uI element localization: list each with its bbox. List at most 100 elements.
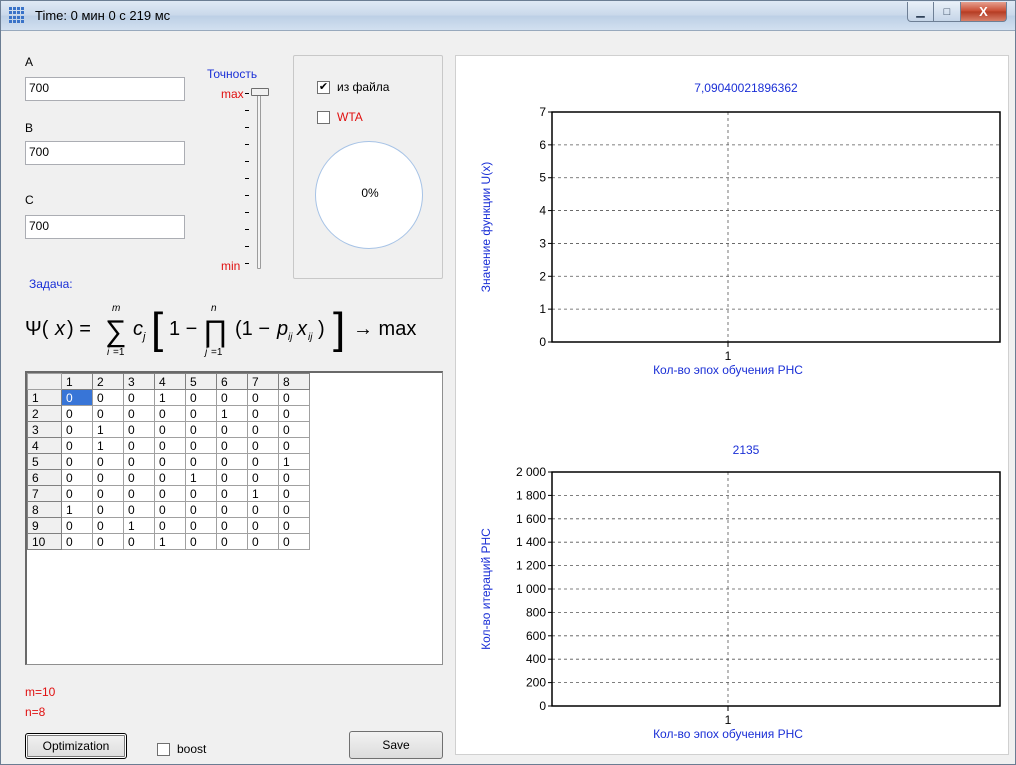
matrix-cell[interactable]: 0 — [278, 517, 310, 534]
matrix-cell[interactable]: 0 — [216, 469, 248, 486]
matrix-cell[interactable]: 0 — [92, 501, 124, 518]
matrix-cell[interactable]: 0 — [154, 437, 186, 454]
matrix-cell[interactable]: 0 — [154, 517, 186, 534]
matrix-cell[interactable]: 0 — [278, 533, 310, 550]
matrix-cell[interactable]: 0 — [61, 437, 93, 454]
row-header: 4 — [27, 437, 62, 454]
matrix-cell[interactable]: 0 — [216, 501, 248, 518]
matrix-cell[interactable]: 0 — [185, 517, 217, 534]
matrix-cell[interactable]: 0 — [278, 437, 310, 454]
matrix-cell[interactable]: 0 — [185, 533, 217, 550]
matrix-cell[interactable]: 0 — [61, 469, 93, 486]
matrix-cell[interactable]: 0 — [92, 453, 124, 470]
matrix-cell[interactable]: 0 — [185, 485, 217, 502]
matrix-cell[interactable]: 1 — [247, 485, 279, 502]
matrix-cell[interactable]: 0 — [247, 501, 279, 518]
client-area: A 700 B 700 C 700 Точность max min ✔ из … — [9, 31, 1009, 759]
matrix-cell[interactable]: 0 — [216, 437, 248, 454]
minimize-button[interactable]: ▁ — [907, 2, 934, 22]
matrix-cell[interactable]: 0 — [154, 453, 186, 470]
matrix-cell[interactable]: 1 — [154, 533, 186, 550]
maximize-button[interactable]: □ — [934, 2, 961, 22]
matrix-cell[interactable]: 0 — [154, 405, 186, 422]
matrix-cell[interactable]: 0 — [216, 421, 248, 438]
matrix-cell[interactable]: 0 — [185, 405, 217, 422]
from-file-checkbox[interactable]: ✔ — [317, 81, 330, 94]
matrix-cell[interactable]: 0 — [123, 453, 155, 470]
matrix-cell[interactable]: 0 — [216, 485, 248, 502]
matrix-cell[interactable]: 0 — [123, 389, 155, 406]
matrix-cell[interactable]: 0 — [123, 421, 155, 438]
matrix-cell[interactable]: 0 — [278, 421, 310, 438]
matrix-cell[interactable]: 0 — [92, 405, 124, 422]
matrix-cell[interactable]: 0 — [92, 469, 124, 486]
matrix-cell[interactable]: 0 — [92, 533, 124, 550]
input-a[interactable]: 700 — [25, 77, 185, 101]
matrix-cell[interactable]: 0 — [123, 533, 155, 550]
matrix-cell[interactable]: 0 — [247, 437, 279, 454]
matrix-cell[interactable]: 0 — [61, 485, 93, 502]
matrix-cell[interactable]: 0 — [247, 469, 279, 486]
matrix-cell[interactable]: 0 — [216, 533, 248, 550]
matrix-cell[interactable]: 0 — [61, 453, 93, 470]
matrix-cell[interactable]: 1 — [61, 501, 93, 518]
matrix-cell[interactable]: 0 — [247, 405, 279, 422]
matrix-cell[interactable]: 0 — [216, 517, 248, 534]
matrix-cell[interactable]: 0 — [154, 501, 186, 518]
matrix-cell[interactable]: 0 — [185, 501, 217, 518]
input-c[interactable]: 700 — [25, 215, 185, 239]
matrix-cell[interactable]: 0 — [123, 405, 155, 422]
matrix-cell[interactable]: 0 — [247, 421, 279, 438]
matrix-cell[interactable]: 0 — [185, 389, 217, 406]
matrix-grid[interactable]: 1 2 3 4 5 6 7 8 100010000200000100301000… — [25, 371, 443, 665]
matrix-cell[interactable]: 0 — [154, 421, 186, 438]
svg-text:=1: =1 — [211, 347, 223, 358]
matrix-cell[interactable]: 0 — [185, 421, 217, 438]
save-button[interactable]: Save — [349, 731, 443, 759]
matrix-cell[interactable]: 0 — [61, 517, 93, 534]
matrix-cell[interactable]: 0 — [92, 389, 124, 406]
matrix-cell[interactable]: 0 — [278, 405, 310, 422]
matrix-cell[interactable]: 0 — [123, 501, 155, 518]
matrix-cell[interactable]: 0 — [154, 485, 186, 502]
matrix-cell[interactable]: 0 — [247, 453, 279, 470]
matrix-cell[interactable]: 0 — [61, 421, 93, 438]
matrix-cell[interactable]: 0 — [278, 501, 310, 518]
matrix-cell[interactable]: 0 — [278, 389, 310, 406]
matrix-cell[interactable]: 1 — [92, 421, 124, 438]
matrix-cell[interactable]: 0 — [247, 533, 279, 550]
wta-checkbox[interactable] — [317, 111, 330, 124]
slider-thumb[interactable] — [251, 88, 269, 96]
matrix-cell[interactable]: 1 — [185, 469, 217, 486]
matrix-cell[interactable]: 0 — [154, 469, 186, 486]
matrix-cell[interactable]: 0 — [61, 389, 93, 406]
input-b[interactable]: 700 — [25, 141, 185, 165]
matrix-cell[interactable]: 1 — [154, 389, 186, 406]
matrix-cell[interactable]: 0 — [247, 389, 279, 406]
matrix-cell[interactable]: 1 — [123, 517, 155, 534]
boost-checkbox[interactable] — [157, 743, 170, 756]
matrix-cell[interactable]: 0 — [278, 485, 310, 502]
matrix-cell[interactable]: 0 — [278, 469, 310, 486]
optimization-button[interactable]: Optimization — [25, 733, 127, 759]
matrix-cell[interactable]: 0 — [216, 453, 248, 470]
matrix-cell[interactable]: 0 — [123, 485, 155, 502]
matrix-cell[interactable]: 0 — [216, 389, 248, 406]
matrix-cell[interactable]: 0 — [247, 517, 279, 534]
y-tick-label: 2 — [539, 269, 546, 283]
matrix-cell[interactable]: 0 — [123, 437, 155, 454]
matrix-cell[interactable]: 0 — [123, 469, 155, 486]
slider-track[interactable] — [257, 91, 261, 269]
title-bar[interactable]: Time: 0 мин 0 с 219 мс ▁ □ X — [1, 1, 1015, 31]
matrix-cell[interactable]: 0 — [185, 437, 217, 454]
matrix-cell[interactable]: 0 — [185, 453, 217, 470]
svg-text:x: x — [296, 318, 308, 340]
matrix-cell[interactable]: 0 — [92, 517, 124, 534]
matrix-cell[interactable]: 1 — [278, 453, 310, 470]
matrix-cell[interactable]: 0 — [61, 533, 93, 550]
matrix-cell[interactable]: 1 — [92, 437, 124, 454]
matrix-cell[interactable]: 0 — [92, 485, 124, 502]
close-button[interactable]: X — [961, 2, 1007, 22]
matrix-cell[interactable]: 0 — [61, 405, 93, 422]
matrix-cell[interactable]: 1 — [216, 405, 248, 422]
